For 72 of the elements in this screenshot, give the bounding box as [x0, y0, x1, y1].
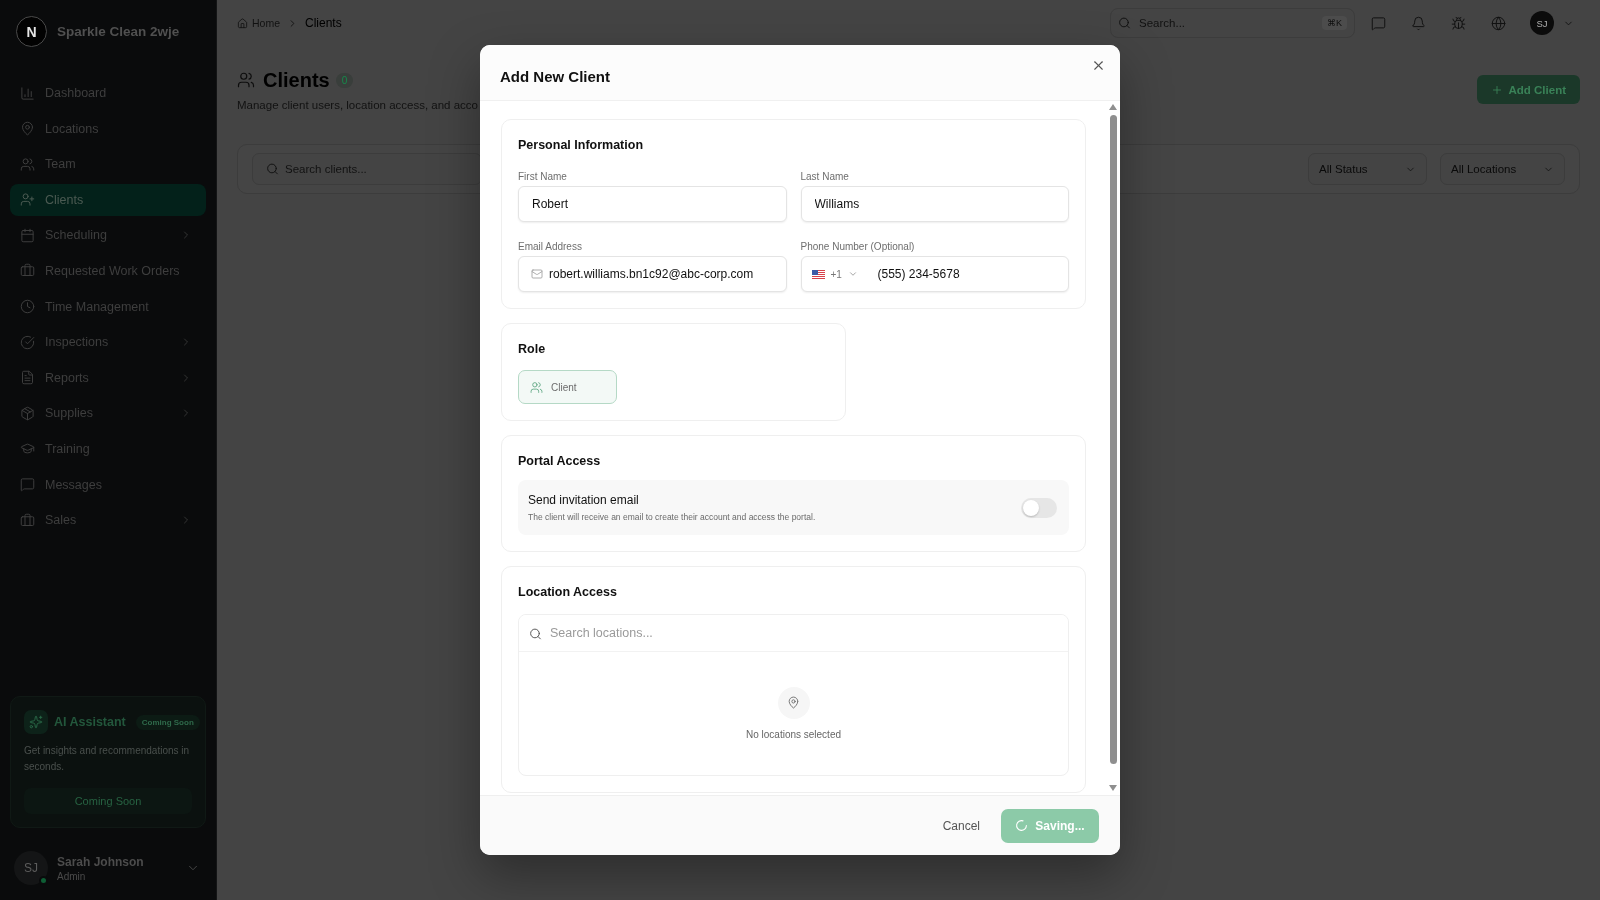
ai-assistant-title: AI Assistant — [54, 715, 126, 729]
email-input[interactable]: robert.williams.bn1c92@abc-corp.com — [518, 256, 787, 292]
shortcut-badge: ⌘K — [1322, 16, 1347, 30]
section-title: Role — [518, 341, 547, 357]
text-input[interactable]: Robert — [518, 186, 787, 222]
message-icon[interactable] — [1371, 15, 1386, 31]
briefcase-icon — [20, 512, 35, 528]
brand-logo: N — [16, 16, 47, 47]
section-title: Location Access — [518, 584, 618, 600]
nav-item[interactable]: Clients — [10, 183, 206, 216]
breadcrumb-current: Clients — [305, 16, 342, 30]
chevron-down-icon — [847, 269, 858, 279]
map-pin-icon — [20, 121, 35, 137]
search-icon — [266, 162, 279, 176]
field-label: First Name — [518, 171, 568, 183]
home-icon — [237, 17, 248, 29]
check-circle-icon — [20, 334, 35, 350]
filter-dropdown[interactable]: All Locations — [1440, 153, 1565, 185]
coming-soon-badge: Coming Soon — [135, 714, 200, 730]
map-pin-icon — [777, 686, 810, 719]
location-search-input[interactable]: Search locations... — [519, 615, 1068, 652]
filter-dropdown[interactable]: All Status — [1308, 153, 1427, 185]
scroll-down-arrow-icon[interactable] — [1109, 785, 1117, 791]
cancel-button[interactable]: Cancel — [932, 810, 990, 841]
flag-icon — [811, 269, 825, 279]
mail-icon — [531, 268, 543, 280]
search-icon — [1118, 16, 1131, 30]
bell-icon[interactable] — [1411, 15, 1426, 31]
package-icon — [20, 405, 35, 421]
setting-description: The client will receive an email to create their account and access the portal. — [528, 512, 817, 522]
count-badge: 0 — [335, 72, 354, 88]
bug-icon[interactable] — [1451, 15, 1466, 31]
sparkles-icon — [24, 710, 48, 734]
document-icon — [20, 370, 35, 386]
country-code-select[interactable]: +1 — [801, 257, 876, 291]
graduation-cap-icon — [20, 441, 35, 457]
users-icon — [237, 71, 255, 89]
user-role: Admin — [57, 870, 87, 882]
setting-title: Send invitation email — [528, 493, 640, 507]
globe-icon[interactable] — [1491, 15, 1506, 31]
dialog-title: Add New Client — [500, 68, 610, 85]
clock-icon — [20, 299, 35, 315]
scroll-up-arrow-icon[interactable] — [1109, 104, 1117, 110]
add-client-button[interactable]: Add Client — [1476, 75, 1580, 104]
search-icon — [529, 627, 542, 640]
role-option[interactable]: Client — [518, 370, 617, 404]
message-icon — [20, 477, 35, 493]
page-title: Clients — [263, 68, 330, 93]
plus-icon — [1490, 83, 1503, 96]
close-icon[interactable] — [1091, 58, 1106, 73]
field-label: Phone Number (Optional) — [800, 241, 916, 253]
section-title: Portal Access — [518, 453, 602, 469]
invitation-toggle[interactable] — [1021, 497, 1057, 518]
section-title: Personal Information — [518, 137, 645, 153]
users-icon — [530, 380, 543, 394]
submit-button[interactable]: Saving... — [1001, 808, 1099, 843]
field-label: Email Address — [518, 241, 583, 253]
coming-soon-button[interactable]: Coming Soon — [24, 788, 192, 814]
user-name: Sarah Johnson — [57, 854, 145, 869]
bar-chart-icon — [20, 85, 35, 101]
empty-state-text: No locations selected — [745, 728, 842, 741]
user-avatar: SJ — [14, 851, 48, 885]
field-label: Last Name — [800, 171, 850, 183]
user-plus-icon — [20, 192, 35, 208]
users-icon — [20, 156, 35, 172]
spinner-icon — [1015, 819, 1029, 832]
brand-name: Sparkle Clean 2wje — [57, 24, 180, 39]
briefcase-icon — [20, 263, 35, 279]
calendar-icon — [20, 227, 35, 243]
user-avatar[interactable]: SJ — [1530, 11, 1554, 35]
scrollbar-thumb[interactable] — [1109, 115, 1117, 764]
text-input[interactable]: Williams — [800, 186, 1069, 222]
